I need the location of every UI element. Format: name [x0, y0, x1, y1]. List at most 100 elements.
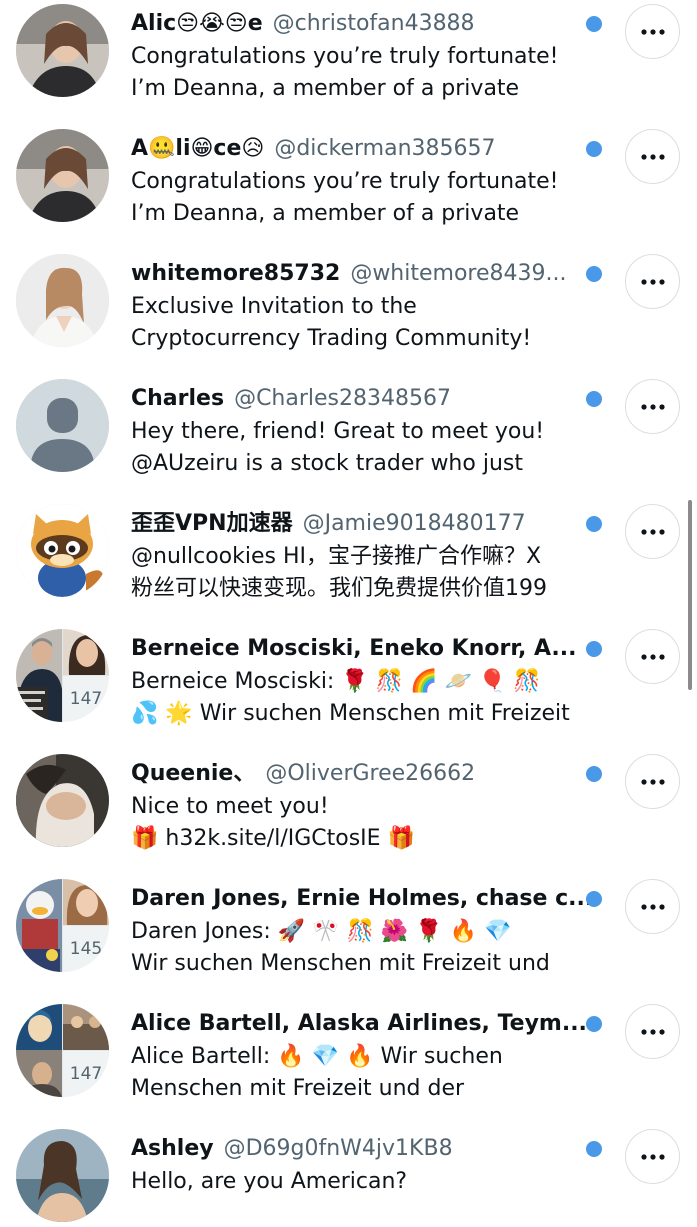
- group-avatar[interactable]: 145: [16, 879, 109, 972]
- message-preview-line-1: Congratulations you’re truly fortunate!: [131, 44, 559, 69]
- conversation-name: Alice Bartell, Alaska Airlines, Teym...: [131, 1011, 587, 1036]
- more-options-button[interactable]: [625, 254, 680, 309]
- message-preview-line-2: Wir suchen Menschen mit Freizeit und: [131, 951, 550, 976]
- conversation-handle: @D69g0fnW4jv1KB8: [223, 1136, 453, 1161]
- conversation-header: Charles @Charles28348567: [131, 382, 601, 416]
- unread-indicator: [586, 1141, 602, 1157]
- avatar[interactable]: [16, 1129, 109, 1222]
- conversation-content: A🤐li😁ce😥 @dickerman385657 Congratulation…: [131, 132, 601, 230]
- more-options-button[interactable]: [625, 754, 680, 809]
- message-preview-line-2: 🎁 h32k.site/l/IGCtosIE 🎁: [131, 826, 415, 851]
- conversation-name: whitemore85732: [131, 261, 341, 286]
- conversation-name: Alic😒😭😒e: [131, 11, 263, 36]
- message-preview-line-2: @AUzeiru is a stock trader who just: [131, 451, 523, 476]
- member-avatar: [63, 1004, 109, 1050]
- conversation-name: Queenie、: [131, 761, 256, 786]
- conversation-content: Berneice Mosciski, Eneko Knorr, A... Ber…: [131, 632, 601, 730]
- conversation-header: Ashley @D69g0fnW4jv1KB8: [131, 1132, 601, 1166]
- more-options-button[interactable]: [625, 504, 680, 559]
- more-options-button[interactable]: [625, 379, 680, 434]
- unread-indicator: [586, 891, 602, 907]
- more-horizontal-icon: [640, 403, 665, 410]
- member-avatar: [16, 1004, 62, 1097]
- conversation-content: Daren Jones, Ernie Holmes, chase c... Da…: [131, 882, 601, 980]
- member-count-badge: 145: [63, 926, 109, 972]
- unread-indicator: [586, 391, 602, 407]
- message-preview-line-1: Daren Jones: 🚀 🎌 🎊 🌺 🌹 🔥 💎: [131, 919, 512, 944]
- more-options-button[interactable]: [625, 1129, 680, 1184]
- avatar[interactable]: [16, 254, 109, 347]
- group-conversation-item[interactable]: 147 Berneice Mosciski, Eneko Knorr, A...…: [0, 602, 697, 727]
- more-horizontal-icon: [640, 1028, 665, 1035]
- message-preview-line-1: Congratulations you’re truly fortunate!: [131, 169, 559, 194]
- group-avatar[interactable]: 147: [16, 1004, 109, 1097]
- conversation-item[interactable]: A🤐li😁ce😥 @dickerman385657 Congratulation…: [0, 102, 697, 227]
- message-preview-line-2: I’m Deanna, a member of a private: [131, 76, 520, 101]
- group-conversation-item[interactable]: 145 Daren Jones, Ernie Holmes, chase c..…: [0, 852, 697, 977]
- unread-indicator: [586, 1016, 602, 1032]
- more-options-button[interactable]: [625, 629, 680, 684]
- conversation-content: Alice Bartell, Alaska Airlines, Teym... …: [131, 1007, 601, 1105]
- more-horizontal-icon: [640, 1153, 665, 1160]
- conversation-content: Ashley @D69g0fnW4jv1KB8 Hello, are you A…: [131, 1132, 601, 1198]
- conversation-handle: @OliverGree26662: [265, 761, 476, 786]
- conversation-handle: @Jamie9018480177: [302, 511, 526, 536]
- conversation-item[interactable]: Queenie、 @OliverGree26662 Nice to meet y…: [0, 727, 697, 852]
- more-horizontal-icon: [640, 153, 665, 160]
- conversation-item[interactable]: whitemore85732 @whitemore8439... Exclusi…: [0, 227, 697, 352]
- conversation-handle: @whitemore8439...: [350, 261, 567, 286]
- member-count-badge: 147: [63, 676, 109, 722]
- avatar[interactable]: [16, 129, 109, 222]
- more-horizontal-icon: [640, 528, 665, 535]
- more-horizontal-icon: [640, 653, 665, 660]
- message-preview-line-1: Alice Bartell: 🔥 💎 🔥 Wir suchen: [131, 1044, 503, 1069]
- conversation-item[interactable]: Alic😒😭😒e @christofan43888 Congratulation…: [0, 0, 697, 102]
- conversation-content: Alic😒😭😒e @christofan43888 Congratulation…: [131, 7, 601, 105]
- conversation-header: whitemore85732 @whitemore8439...: [131, 257, 601, 291]
- message-preview-line-1: Berneice Mosciski: 🌹 🎊 🌈 🪐 🎈 🎊: [131, 669, 541, 694]
- more-horizontal-icon: [640, 903, 665, 910]
- more-options-button[interactable]: [625, 129, 680, 184]
- message-preview-line-1: Hello, are you American?: [131, 1169, 408, 1194]
- member-avatar: [63, 879, 109, 925]
- conversation-header: 歪歪VPN加速器 @Jamie9018480177: [131, 507, 601, 541]
- member-avatar: [63, 629, 109, 675]
- conversation-handle: @dickerman385657: [274, 136, 496, 161]
- member-avatar: [16, 629, 62, 722]
- group-avatar[interactable]: 147: [16, 629, 109, 722]
- scrollbar[interactable]: [688, 500, 692, 690]
- conversation-header: A🤐li😁ce😥 @dickerman385657: [131, 132, 601, 166]
- more-options-button[interactable]: [625, 1004, 680, 1059]
- conversation-name: Charles: [131, 386, 225, 411]
- group-conversation-item[interactable]: 147 Alice Bartell, Alaska Airlines, Teym…: [0, 977, 697, 1102]
- conversation-name: 歪歪VPN加速器: [131, 511, 293, 536]
- message-preview-line-2: 💦 🌟 Wir suchen Menschen mit Freizeit: [131, 701, 570, 726]
- more-options-button[interactable]: [625, 879, 680, 934]
- more-options-button[interactable]: [625, 4, 680, 59]
- conversation-header: Alic😒😭😒e @christofan43888: [131, 7, 601, 41]
- conversation-item[interactable]: Charles @Charles28348567 Hey there, frie…: [0, 352, 697, 477]
- conversation-header: Queenie、 @OliverGree26662: [131, 757, 601, 791]
- message-preview-line-1: Exclusive Invitation to the: [131, 294, 417, 319]
- more-horizontal-icon: [640, 778, 665, 785]
- conversation-name: A🤐li😁ce😥: [131, 136, 265, 161]
- conversation-header: Alice Bartell, Alaska Airlines, Teym...: [131, 1007, 601, 1041]
- conversation-handle: @christofan43888: [272, 11, 475, 36]
- message-preview-line-2: 粉丝可以快速变现。我们免费提供价值199: [131, 576, 547, 601]
- avatar[interactable]: [16, 4, 109, 97]
- message-preview-line-2: Menschen mit Freizeit und der: [131, 1076, 465, 1101]
- avatar[interactable]: [16, 504, 109, 597]
- conversation-item[interactable]: 歪歪VPN加速器 @Jamie9018480177 @nullcookies H…: [0, 477, 697, 602]
- unread-indicator: [586, 16, 602, 32]
- member-avatar: [16, 879, 62, 972]
- unread-indicator: [586, 141, 602, 157]
- default-avatar-icon[interactable]: [16, 379, 109, 472]
- conversation-name: Berneice Mosciski, Eneko Knorr, A...: [131, 636, 577, 661]
- member-count-badge: 147: [63, 1051, 109, 1097]
- conversation-content: Queenie、 @OliverGree26662 Nice to meet y…: [131, 757, 601, 855]
- conversation-content: whitemore85732 @whitemore8439... Exclusi…: [131, 257, 601, 355]
- conversation-name: Daren Jones, Ernie Holmes, chase c...: [131, 886, 594, 911]
- conversation-handle: @Charles28348567: [234, 386, 451, 411]
- conversation-item[interactable]: Ashley @D69g0fnW4jv1KB8 Hello, are you A…: [0, 1102, 697, 1227]
- avatar[interactable]: [16, 754, 109, 847]
